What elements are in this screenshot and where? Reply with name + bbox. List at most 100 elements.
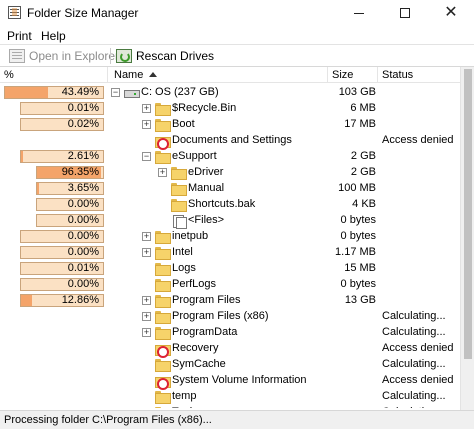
folder-status: Access denied — [382, 134, 454, 146]
menu-help[interactable]: Help — [41, 29, 66, 43]
expand-icon[interactable]: + — [142, 248, 151, 257]
percent-text: 0.02% — [67, 118, 99, 130]
tree-row[interactable]: + Program Files (x86) Calculating... — [0, 308, 460, 324]
expand-icon[interactable]: + — [142, 296, 151, 305]
folder-status: Calculating... — [382, 310, 446, 322]
percent-bar: 12.86% — [20, 294, 104, 307]
percent-bar-fill — [21, 295, 32, 306]
scrollbar-thumb[interactable] — [464, 69, 472, 359]
status-text: Processing folder C:\Program Files (x86)… — [4, 414, 212, 426]
tree-row[interactable]: SymCache Calculating... — [0, 356, 460, 372]
tree-row[interactable]: 0.01% + $Recycle.Bin 6 MB — [0, 100, 460, 116]
collapse-icon[interactable]: − — [111, 88, 120, 97]
close-button[interactable]: ✕ — [428, 0, 474, 26]
column-header-percent[interactable]: % — [0, 67, 108, 83]
tree-row[interactable]: 0.00% + Intel 1.17 MB — [0, 244, 460, 260]
folder-name: eSupport — [172, 150, 217, 162]
tree-row[interactable]: 3.65% Manual 100 MB — [0, 180, 460, 196]
percent-text: 43.49% — [61, 86, 99, 98]
percent-text: 2.61% — [67, 150, 99, 162]
tree-row[interactable]: 0.02% + Boot 17 MB — [0, 116, 460, 132]
folder-icon — [154, 262, 171, 276]
rescan-drives-button[interactable]: Rescan Drives — [116, 47, 214, 65]
percent-bar: 0.00% — [20, 246, 104, 259]
percent-bar-fill — [5, 87, 48, 98]
rescan-drives-label: Rescan Drives — [136, 49, 215, 63]
expand-icon[interactable]: + — [158, 168, 167, 177]
folder-icon — [154, 118, 171, 132]
folder-status: Calculating... — [382, 358, 446, 370]
percent-bar: 2.61% — [20, 150, 104, 163]
folder-name: Tools — [172, 406, 198, 408]
toolbar: Open in Explorer Rescan Drives — [0, 44, 474, 67]
menu-print[interactable]: Print — [7, 29, 32, 43]
expand-icon[interactable]: + — [142, 312, 151, 321]
tree-row[interactable]: temp Calculating... — [0, 388, 460, 404]
percent-text: 0.01% — [67, 262, 99, 274]
folder-name: PerfLogs — [172, 278, 217, 290]
folder-name: Intel — [172, 246, 193, 258]
tree-row[interactable]: 96.35% + eDriver 2 GB — [0, 164, 460, 180]
percent-bar-fill — [37, 183, 39, 194]
column-header-status[interactable]: Status — [378, 67, 460, 83]
tree-row[interactable]: 0.00% Shortcuts.bak 4 KB — [0, 196, 460, 212]
column-header-name-label: Name — [114, 69, 144, 81]
open-in-explorer-button[interactable]: Open in Explorer — [9, 47, 119, 65]
folder-name: <Files> — [188, 214, 225, 226]
tree-row[interactable]: 0.00% <Files> 0 bytes — [0, 212, 460, 229]
maximize-button[interactable] — [382, 0, 428, 26]
explorer-icon — [9, 49, 25, 63]
status-bar: Processing folder C:\Program Files (x86)… — [0, 410, 474, 429]
expand-icon[interactable]: + — [142, 104, 151, 113]
folder-status: Access denied — [382, 342, 454, 354]
folder-size: 2 GB — [350, 166, 376, 178]
folder-icon — [154, 310, 171, 324]
tree-row[interactable]: 43.49% − C: OS (237 GB) 103 GB — [0, 84, 460, 100]
folder-icon — [154, 294, 171, 308]
folder-name: SymCache — [172, 358, 226, 370]
tree-row[interactable]: 0.00% PerfLogs 0 bytes — [0, 276, 460, 292]
folder-name: Recovery — [172, 342, 219, 354]
folder-size: 4 KB — [352, 198, 376, 210]
tree-row[interactable]: +ToolsCalculating... — [0, 404, 460, 408]
collapse-icon[interactable]: − — [142, 152, 151, 161]
tree-row[interactable]: 2.61% − eSupport 2 GB — [0, 148, 460, 164]
column-header-size[interactable]: Size — [328, 67, 378, 83]
percent-bar: 96.35% — [36, 166, 104, 179]
tree-row[interactable]: System Volume Information Access denied — [0, 372, 460, 390]
folder-name: C: OS (237 GB) — [141, 86, 219, 98]
percent-text: 0.01% — [67, 102, 99, 114]
folder-icon — [154, 390, 171, 404]
folder-icon — [154, 102, 171, 116]
tree-row[interactable]: Documents and Settings Access denied — [0, 132, 460, 150]
folder-name: Documents and Settings — [172, 134, 292, 146]
folder-name: inetpub — [172, 230, 209, 242]
tree-row[interactable]: 0.01% Logs 15 MB — [0, 260, 460, 276]
folder-icon — [154, 406, 170, 408]
folder-size: 6 MB — [350, 102, 376, 114]
menu-bar: Print Help — [0, 26, 474, 44]
tree-row[interactable]: 0.00% + inetpub 0 bytes — [0, 228, 460, 244]
folder-icon — [170, 166, 187, 180]
folder-icon — [154, 230, 171, 244]
folder-icon — [170, 198, 187, 212]
expand-icon[interactable]: + — [142, 232, 151, 241]
column-header-name[interactable]: Name — [108, 67, 328, 83]
percent-text: 0.00% — [67, 198, 99, 210]
tree-row[interactable]: + ProgramData Calculating... — [0, 324, 460, 340]
percent-text: 0.00% — [67, 278, 99, 290]
tree-row[interactable]: Recovery Access denied — [0, 340, 460, 358]
folder-icon — [154, 150, 171, 164]
folder-name: Program Files (x86) — [172, 310, 269, 322]
minimize-button[interactable] — [336, 0, 382, 26]
tree-row[interactable]: 12.86% + Program Files 13 GB — [0, 292, 460, 308]
folder-tree-list[interactable]: 43.49% − C: OS (237 GB) 103 GB 0.01% + $Recycl… — [0, 84, 460, 408]
folder-name: eDriver — [188, 166, 224, 178]
folder-status: Calculating... — [382, 390, 446, 402]
percent-bar: 0.02% — [20, 118, 104, 131]
sort-ascending-icon — [149, 72, 158, 77]
percent-bar: 3.65% — [36, 182, 104, 195]
vertical-scrollbar[interactable] — [460, 67, 474, 410]
expand-icon[interactable]: + — [142, 120, 151, 129]
expand-icon[interactable]: + — [142, 328, 151, 337]
